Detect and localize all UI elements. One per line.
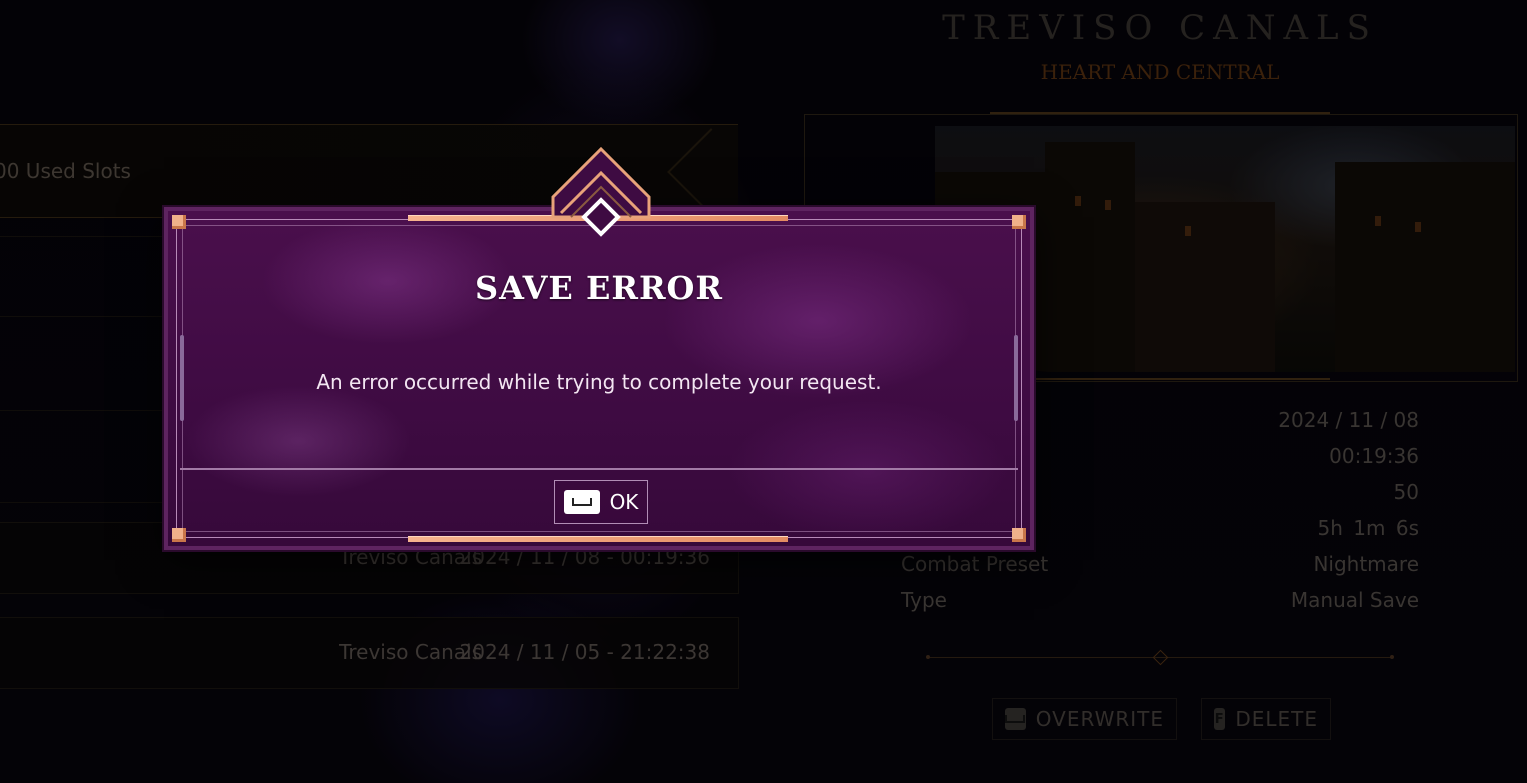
corner-ornament-icon — [1012, 215, 1026, 229]
dialog-title: SAVE ERROR — [474, 269, 723, 307]
diamond-crest-icon — [551, 147, 651, 237]
save-error-dialog: SAVE ERROR An error occurred while tryin… — [164, 147, 1034, 550]
spacebar-key-icon — [563, 490, 600, 514]
ok-label: OK — [609, 490, 639, 514]
bottom-accent-bar — [408, 536, 788, 542]
dialog-message: An error occurred while trying to comple… — [316, 370, 882, 394]
corner-ornament-icon — [172, 215, 186, 229]
ok-button[interactable]: OK — [554, 480, 648, 524]
corner-ornament-icon — [172, 528, 186, 542]
corner-ornament-icon — [1012, 528, 1026, 542]
dialog-separator — [180, 468, 1018, 470]
